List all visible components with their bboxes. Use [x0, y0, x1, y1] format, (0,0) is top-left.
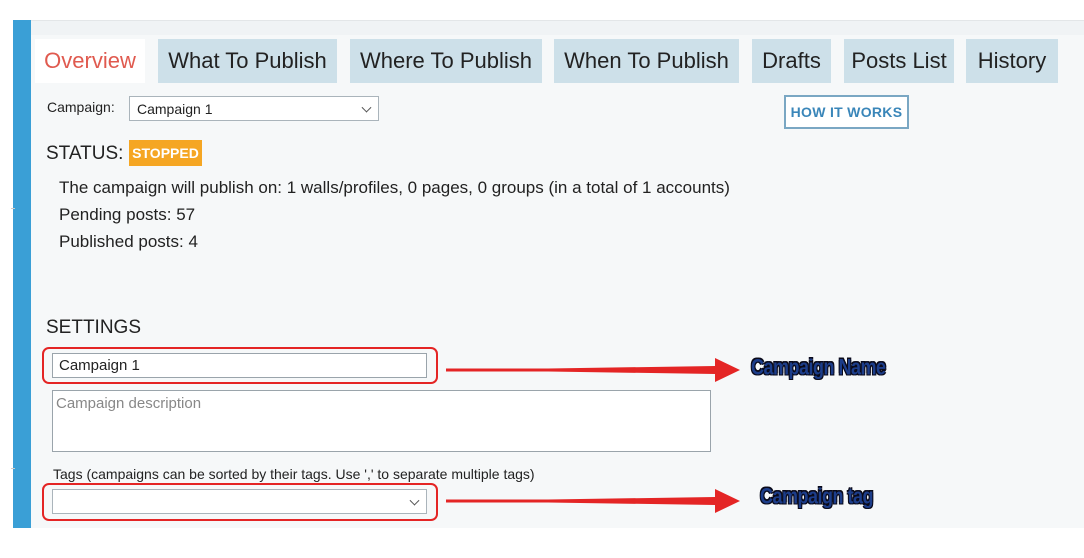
left-sidebar-strip — [11, 20, 31, 528]
sidebar-tick — [11, 208, 15, 209]
sidebar-tick — [11, 468, 15, 469]
chevron-down-icon — [361, 102, 372, 113]
campaign-description-textarea[interactable] — [52, 390, 711, 452]
settings-heading: SETTINGS — [46, 317, 142, 338]
tags-select[interactable] — [52, 489, 427, 514]
campaign-select[interactable]: Campaign 1 — [129, 96, 379, 121]
campaign-tag-callout: Campaign tag — [760, 483, 874, 509]
status-label: STATUS: — [46, 143, 124, 164]
name-arrow-icon — [446, 358, 740, 382]
how-it-works-button[interactable]: HOW IT WORKS — [784, 95, 909, 129]
tab-drafts[interactable]: Drafts — [752, 39, 831, 83]
tags-label: Tags (campaigns can be sorted by their t… — [53, 466, 535, 482]
campaign-name-input[interactable] — [52, 353, 427, 378]
published-posts-text: Published posts: 4 — [59, 232, 198, 251]
publish-summary-text: The campaign will publish on: 1 walls/pr… — [59, 178, 730, 197]
campaign-select-value: Campaign 1 — [137, 100, 213, 117]
campaign-select-label: Campaign: — [47, 99, 115, 115]
pending-posts-text: Pending posts: 57 — [59, 205, 196, 224]
status-badge: STOPPED — [129, 140, 202, 166]
tab-what-to-publish[interactable]: What To Publish — [158, 39, 337, 83]
chevron-down-icon — [409, 495, 420, 506]
tab-when-to-publish[interactable]: When To Publish — [554, 39, 739, 83]
tab-overview[interactable]: Overview — [35, 39, 145, 83]
tab-where-to-publish[interactable]: Where To Publish — [350, 39, 542, 83]
top-strip — [31, 20, 1084, 35]
tag-arrow-icon — [446, 489, 740, 513]
campaign-name-callout: Campaign Name — [751, 354, 886, 380]
tab-posts-list[interactable]: Posts List — [844, 39, 954, 83]
tab-history[interactable]: History — [966, 39, 1058, 83]
